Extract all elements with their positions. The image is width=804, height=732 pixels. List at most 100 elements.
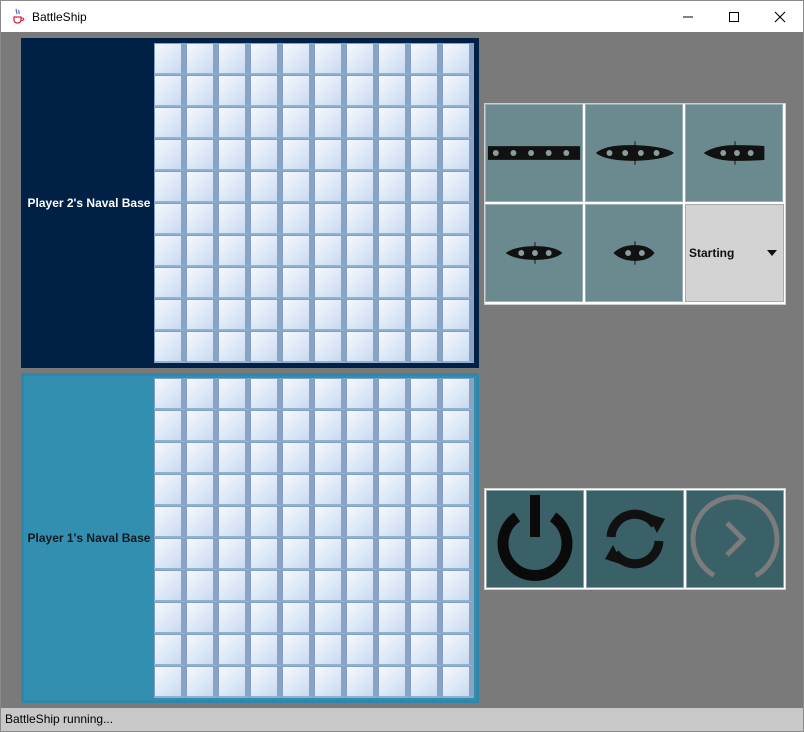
player2-grid-cell[interactable] bbox=[442, 203, 474, 235]
player2-grid-cell[interactable] bbox=[154, 43, 186, 75]
player2-grid-cell[interactable] bbox=[378, 267, 410, 299]
player1-grid-cell[interactable] bbox=[378, 666, 410, 698]
player1-grid-cell[interactable] bbox=[250, 602, 282, 634]
player1-grid-cell[interactable] bbox=[442, 442, 474, 474]
player1-grid-cell[interactable] bbox=[378, 474, 410, 506]
player1-grid-cell[interactable] bbox=[378, 442, 410, 474]
player2-grid-cell[interactable] bbox=[186, 171, 218, 203]
player1-grid-cell[interactable] bbox=[346, 410, 378, 442]
player2-grid-cell[interactable] bbox=[314, 203, 346, 235]
player2-grid-cell[interactable] bbox=[250, 203, 282, 235]
player1-grid-cell[interactable] bbox=[442, 666, 474, 698]
player1-grid-cell[interactable] bbox=[186, 570, 218, 602]
player1-grid-cell[interactable] bbox=[186, 538, 218, 570]
player2-grid-cell[interactable] bbox=[314, 331, 346, 363]
player2-grid-cell[interactable] bbox=[154, 299, 186, 331]
player2-grid-cell[interactable] bbox=[378, 235, 410, 267]
player2-grid-cell[interactable] bbox=[378, 107, 410, 139]
player1-grid-cell[interactable] bbox=[410, 474, 442, 506]
player1-grid-cell[interactable] bbox=[282, 538, 314, 570]
player1-grid-cell[interactable] bbox=[378, 602, 410, 634]
player1-grid-cell[interactable] bbox=[186, 378, 218, 410]
player2-grid-cell[interactable] bbox=[218, 43, 250, 75]
player2-grid-cell[interactable] bbox=[218, 235, 250, 267]
player2-grid-cell[interactable] bbox=[282, 203, 314, 235]
player2-grid-cell[interactable] bbox=[282, 171, 314, 203]
player2-grid-cell[interactable] bbox=[346, 331, 378, 363]
player1-grid-cell[interactable] bbox=[410, 666, 442, 698]
player2-grid-cell[interactable] bbox=[378, 331, 410, 363]
player1-grid-cell[interactable] bbox=[442, 634, 474, 666]
player1-grid-cell[interactable] bbox=[410, 538, 442, 570]
player2-grid-cell[interactable] bbox=[154, 235, 186, 267]
player1-grid-cell[interactable] bbox=[218, 666, 250, 698]
player2-grid-cell[interactable] bbox=[250, 299, 282, 331]
player1-grid-cell[interactable] bbox=[250, 634, 282, 666]
player2-grid-cell[interactable] bbox=[410, 235, 442, 267]
player1-grid-cell[interactable] bbox=[250, 442, 282, 474]
player1-grid-cell[interactable] bbox=[218, 378, 250, 410]
player1-grid-cell[interactable] bbox=[250, 474, 282, 506]
player2-grid-cell[interactable] bbox=[186, 107, 218, 139]
player1-grid-cell[interactable] bbox=[250, 378, 282, 410]
close-button[interactable] bbox=[757, 1, 803, 32]
player2-grid-cell[interactable] bbox=[410, 171, 442, 203]
player2-grid-cell[interactable] bbox=[378, 203, 410, 235]
player2-grid-cell[interactable] bbox=[378, 299, 410, 331]
player1-grid-cell[interactable] bbox=[218, 506, 250, 538]
player2-grid-cell[interactable] bbox=[410, 299, 442, 331]
player2-grid-cell[interactable] bbox=[314, 267, 346, 299]
player2-grid-cell[interactable] bbox=[442, 235, 474, 267]
player1-grid-cell[interactable] bbox=[346, 538, 378, 570]
player1-grid-cell[interactable] bbox=[154, 538, 186, 570]
player1-grid-cell[interactable] bbox=[410, 410, 442, 442]
player2-grid-cell[interactable] bbox=[442, 299, 474, 331]
player2-grid-cell[interactable] bbox=[442, 139, 474, 171]
player2-grid-cell[interactable] bbox=[186, 203, 218, 235]
player1-grid-cell[interactable] bbox=[250, 666, 282, 698]
player2-grid-cell[interactable] bbox=[250, 331, 282, 363]
player2-grid-cell[interactable] bbox=[346, 171, 378, 203]
phase-select[interactable]: Starting bbox=[685, 204, 784, 302]
player2-grid-cell[interactable] bbox=[346, 43, 378, 75]
player1-grid-cell[interactable] bbox=[346, 506, 378, 538]
power-button[interactable] bbox=[486, 490, 584, 588]
player1-grid-cell[interactable] bbox=[314, 378, 346, 410]
player2-grid-cell[interactable] bbox=[410, 107, 442, 139]
player1-grid-cell[interactable] bbox=[314, 538, 346, 570]
player2-grid-cell[interactable] bbox=[442, 107, 474, 139]
player1-grid-cell[interactable] bbox=[186, 506, 218, 538]
player2-grid-cell[interactable] bbox=[378, 43, 410, 75]
player1-grid-cell[interactable] bbox=[282, 378, 314, 410]
player1-grid-cell[interactable] bbox=[186, 474, 218, 506]
player1-grid-cell[interactable] bbox=[346, 634, 378, 666]
player1-grid-cell[interactable] bbox=[314, 442, 346, 474]
player2-grid-cell[interactable] bbox=[250, 107, 282, 139]
player1-grid-cell[interactable] bbox=[218, 602, 250, 634]
player1-grid-cell[interactable] bbox=[186, 602, 218, 634]
player1-grid-cell[interactable] bbox=[378, 570, 410, 602]
player1-grid-cell[interactable] bbox=[154, 634, 186, 666]
player1-grid-cell[interactable] bbox=[314, 474, 346, 506]
player1-grid-cell[interactable] bbox=[250, 538, 282, 570]
player1-grid-cell[interactable] bbox=[218, 634, 250, 666]
player2-grid-cell[interactable] bbox=[346, 107, 378, 139]
player2-grid-cell[interactable] bbox=[314, 75, 346, 107]
player2-grid-cell[interactable] bbox=[154, 331, 186, 363]
player2-grid-cell[interactable] bbox=[314, 235, 346, 267]
player1-grid-cell[interactable] bbox=[282, 506, 314, 538]
rotate-button[interactable] bbox=[586, 490, 684, 588]
player1-grid-cell[interactable] bbox=[442, 378, 474, 410]
player2-grid-cell[interactable] bbox=[282, 331, 314, 363]
player2-grid-cell[interactable] bbox=[250, 75, 282, 107]
player1-grid-cell[interactable] bbox=[442, 602, 474, 634]
player1-grid-cell[interactable] bbox=[346, 602, 378, 634]
player1-grid-cell[interactable] bbox=[218, 538, 250, 570]
player2-grid-cell[interactable] bbox=[314, 107, 346, 139]
player2-grid-cell[interactable] bbox=[442, 75, 474, 107]
player1-grid-cell[interactable] bbox=[218, 570, 250, 602]
player2-grid-cell[interactable] bbox=[282, 267, 314, 299]
player1-grid-cell[interactable] bbox=[378, 538, 410, 570]
player2-grid-cell[interactable] bbox=[218, 267, 250, 299]
player1-grid-cell[interactable] bbox=[346, 378, 378, 410]
